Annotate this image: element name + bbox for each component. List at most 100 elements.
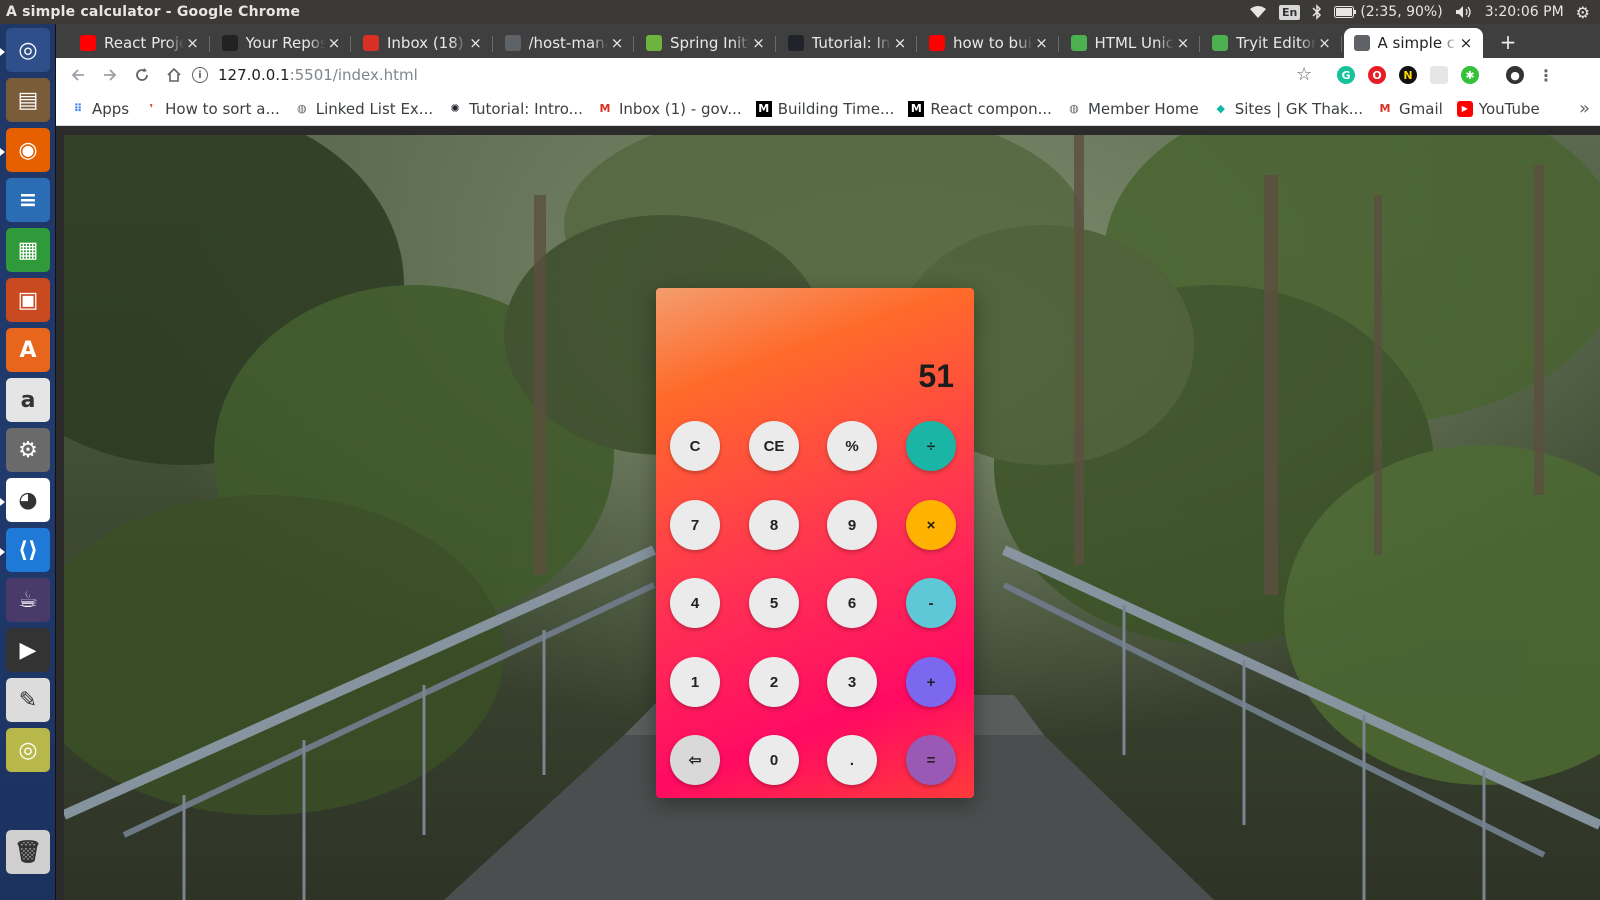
site-info-icon[interactable]: i xyxy=(192,67,208,83)
opera-extension-icon[interactable]: O xyxy=(1368,66,1386,84)
impress-icon[interactable]: ▣ xyxy=(6,278,50,322)
bookmark-9[interactable]: ◆ Sites | GK Thak... xyxy=(1213,100,1363,118)
tab-close-icon[interactable]: × xyxy=(608,34,626,52)
battery-indicator[interactable]: (2:35, 90%) xyxy=(1334,4,1443,20)
gmail-icon: M xyxy=(1379,102,1391,115)
grammarly-extension-icon[interactable]: G xyxy=(1337,66,1355,84)
tab-close-icon[interactable]: × xyxy=(1316,34,1334,52)
bluetooth-icon[interactable] xyxy=(1312,4,1322,20)
settings-gear-icon[interactable]: ⚙ xyxy=(1576,3,1590,22)
tab-9[interactable]: Tryit Editor × xyxy=(1202,28,1342,58)
amazon-icon[interactable]: a xyxy=(6,378,50,422)
digit-6-button[interactable]: 6 xyxy=(827,578,877,628)
clock[interactable]: 3:20:06 PM xyxy=(1485,4,1564,20)
trash-icon[interactable]: 🗑 xyxy=(6,830,50,874)
bookmark-label: Building Time... xyxy=(777,99,895,118)
running-app-indicator xyxy=(0,148,5,156)
vscode-icon[interactable]: ⟨⟩ xyxy=(6,528,50,572)
back-icon[interactable] xyxy=(62,59,94,91)
text-editor-icon[interactable]: ✎ xyxy=(6,678,50,722)
percent-button[interactable]: % xyxy=(827,421,877,471)
gmail-icon: M xyxy=(599,102,611,115)
new-tab-button[interactable]: + xyxy=(1496,30,1520,54)
chrome-menu-icon[interactable]: ⋮ xyxy=(1537,66,1555,85)
extension-placeholder-icon[interactable] xyxy=(1430,66,1448,84)
volume-icon[interactable] xyxy=(1455,5,1473,19)
tab-close-icon[interactable]: × xyxy=(891,34,909,52)
tab-5[interactable]: Spring Initia× xyxy=(636,28,776,58)
puzzle-extension-icon[interactable]: ✱ xyxy=(1461,66,1479,84)
screenshot-icon[interactable]: ◎ xyxy=(6,728,50,772)
add-button[interactable]: + xyxy=(906,657,956,707)
tab-close-icon[interactable]: × xyxy=(1033,34,1051,52)
bookmark-label: Apps xyxy=(92,99,130,118)
tab-close-icon[interactable]: × xyxy=(325,34,343,52)
digit-8-button[interactable]: 8 xyxy=(749,500,799,550)
software-center-icon[interactable]: A xyxy=(6,328,50,372)
tab-6[interactable]: Tutorial: Int × xyxy=(778,28,917,58)
bookmark-8[interactable]: ◍ Member Home xyxy=(1066,100,1199,118)
tab-4[interactable]: /host-mana × xyxy=(495,28,634,58)
tab-close-icon[interactable]: × xyxy=(1457,34,1475,52)
bookmark-11[interactable]: ▶ YouTube xyxy=(1456,100,1540,118)
bookmark-star-icon[interactable]: ☆ xyxy=(1296,64,1312,85)
bookmark-2[interactable]: ❜ How to sort a... xyxy=(143,100,280,118)
youtube-icon: ▶ xyxy=(1456,100,1473,117)
digit-0-button[interactable]: 0 xyxy=(749,735,799,785)
files-icon[interactable]: ▤ xyxy=(6,78,50,122)
running-app-indicator xyxy=(0,498,5,506)
bookmark-label: How to sort a... xyxy=(165,99,280,118)
multiply-button[interactable]: × xyxy=(906,500,956,550)
divide-button[interactable]: ÷ xyxy=(906,421,956,471)
bookmark-7[interactable]: M React compon... xyxy=(908,100,1052,118)
tryit-icon xyxy=(1070,35,1087,51)
digit-9-button[interactable]: 9 xyxy=(827,500,877,550)
reload-icon[interactable] xyxy=(126,59,158,91)
bookmarks-overflow-icon[interactable]: » xyxy=(1579,98,1590,119)
bookmark-10[interactable]: M Gmail xyxy=(1377,100,1443,118)
clear-button[interactable]: C xyxy=(670,421,720,471)
tab-3[interactable]: Inbox (18) - × xyxy=(353,28,493,58)
digit-1-button[interactable]: 1 xyxy=(670,657,720,707)
home-icon[interactable] xyxy=(158,59,190,91)
n-extension-icon[interactable]: N xyxy=(1399,66,1417,84)
calc-sheet-icon[interactable]: ▦ xyxy=(6,228,50,272)
digit-5-button[interactable]: 5 xyxy=(749,578,799,628)
tab-close-icon[interactable]: × xyxy=(750,34,768,52)
decimal-button[interactable]: . xyxy=(827,735,877,785)
tab-10[interactable]: A simple cal× xyxy=(1343,28,1483,58)
tab-close-icon[interactable]: × xyxy=(467,34,485,52)
equals-button[interactable]: = xyxy=(906,735,956,785)
bookmark-5[interactable]: M Inbox (1) - gov... xyxy=(597,100,741,118)
subtract-button[interactable]: - xyxy=(906,578,956,628)
digit-2-button[interactable]: 2 xyxy=(749,657,799,707)
backspace-button[interactable]: ⇦ xyxy=(670,735,720,785)
tab-2[interactable]: Your Reposi × xyxy=(212,28,351,58)
bookmark-1[interactable]: ⠿ Apps xyxy=(70,100,129,118)
video-editor-icon[interactable]: ▶ xyxy=(6,628,50,672)
battery-icon xyxy=(1334,6,1357,18)
address-bar[interactable]: i 127.0.0.1:5501/index.html xyxy=(192,60,1352,90)
dash-icon[interactable]: ◎ xyxy=(6,28,50,72)
tab-7[interactable]: how to buil × xyxy=(919,28,1059,58)
tab-close-icon[interactable]: × xyxy=(184,34,202,52)
forward-icon[interactable] xyxy=(94,59,126,91)
bookmark-6[interactable]: M Building Time... xyxy=(755,99,895,118)
digit-3-button[interactable]: 3 xyxy=(827,657,877,707)
digit-7-button[interactable]: 7 xyxy=(670,500,720,550)
wifi-icon[interactable] xyxy=(1249,5,1267,19)
tab-1[interactable]: React Proje × xyxy=(70,28,210,58)
digit-4-button[interactable]: 4 xyxy=(670,578,720,628)
bookmark-4[interactable]: ✺ Tutorial: Intro... xyxy=(447,100,583,118)
tab-8[interactable]: HTML Unico× xyxy=(1061,28,1200,58)
bookmark-3[interactable]: ◍ Linked List Ex... xyxy=(294,100,433,118)
tab-close-icon[interactable]: × xyxy=(1174,34,1192,52)
java-ee-ide-icon[interactable]: ☕ xyxy=(6,578,50,622)
clear-entry-button[interactable]: CE xyxy=(749,421,799,471)
keyboard-layout-indicator[interactable]: En xyxy=(1278,4,1301,20)
firefox-icon[interactable]: ◉ xyxy=(6,128,50,172)
chrome-icon[interactable]: ◕ xyxy=(6,478,50,522)
system-settings-icon[interactable]: ⚙ xyxy=(6,428,50,472)
writer-icon[interactable]: ≡ xyxy=(6,178,50,222)
profile-avatar[interactable]: ● xyxy=(1506,66,1524,84)
